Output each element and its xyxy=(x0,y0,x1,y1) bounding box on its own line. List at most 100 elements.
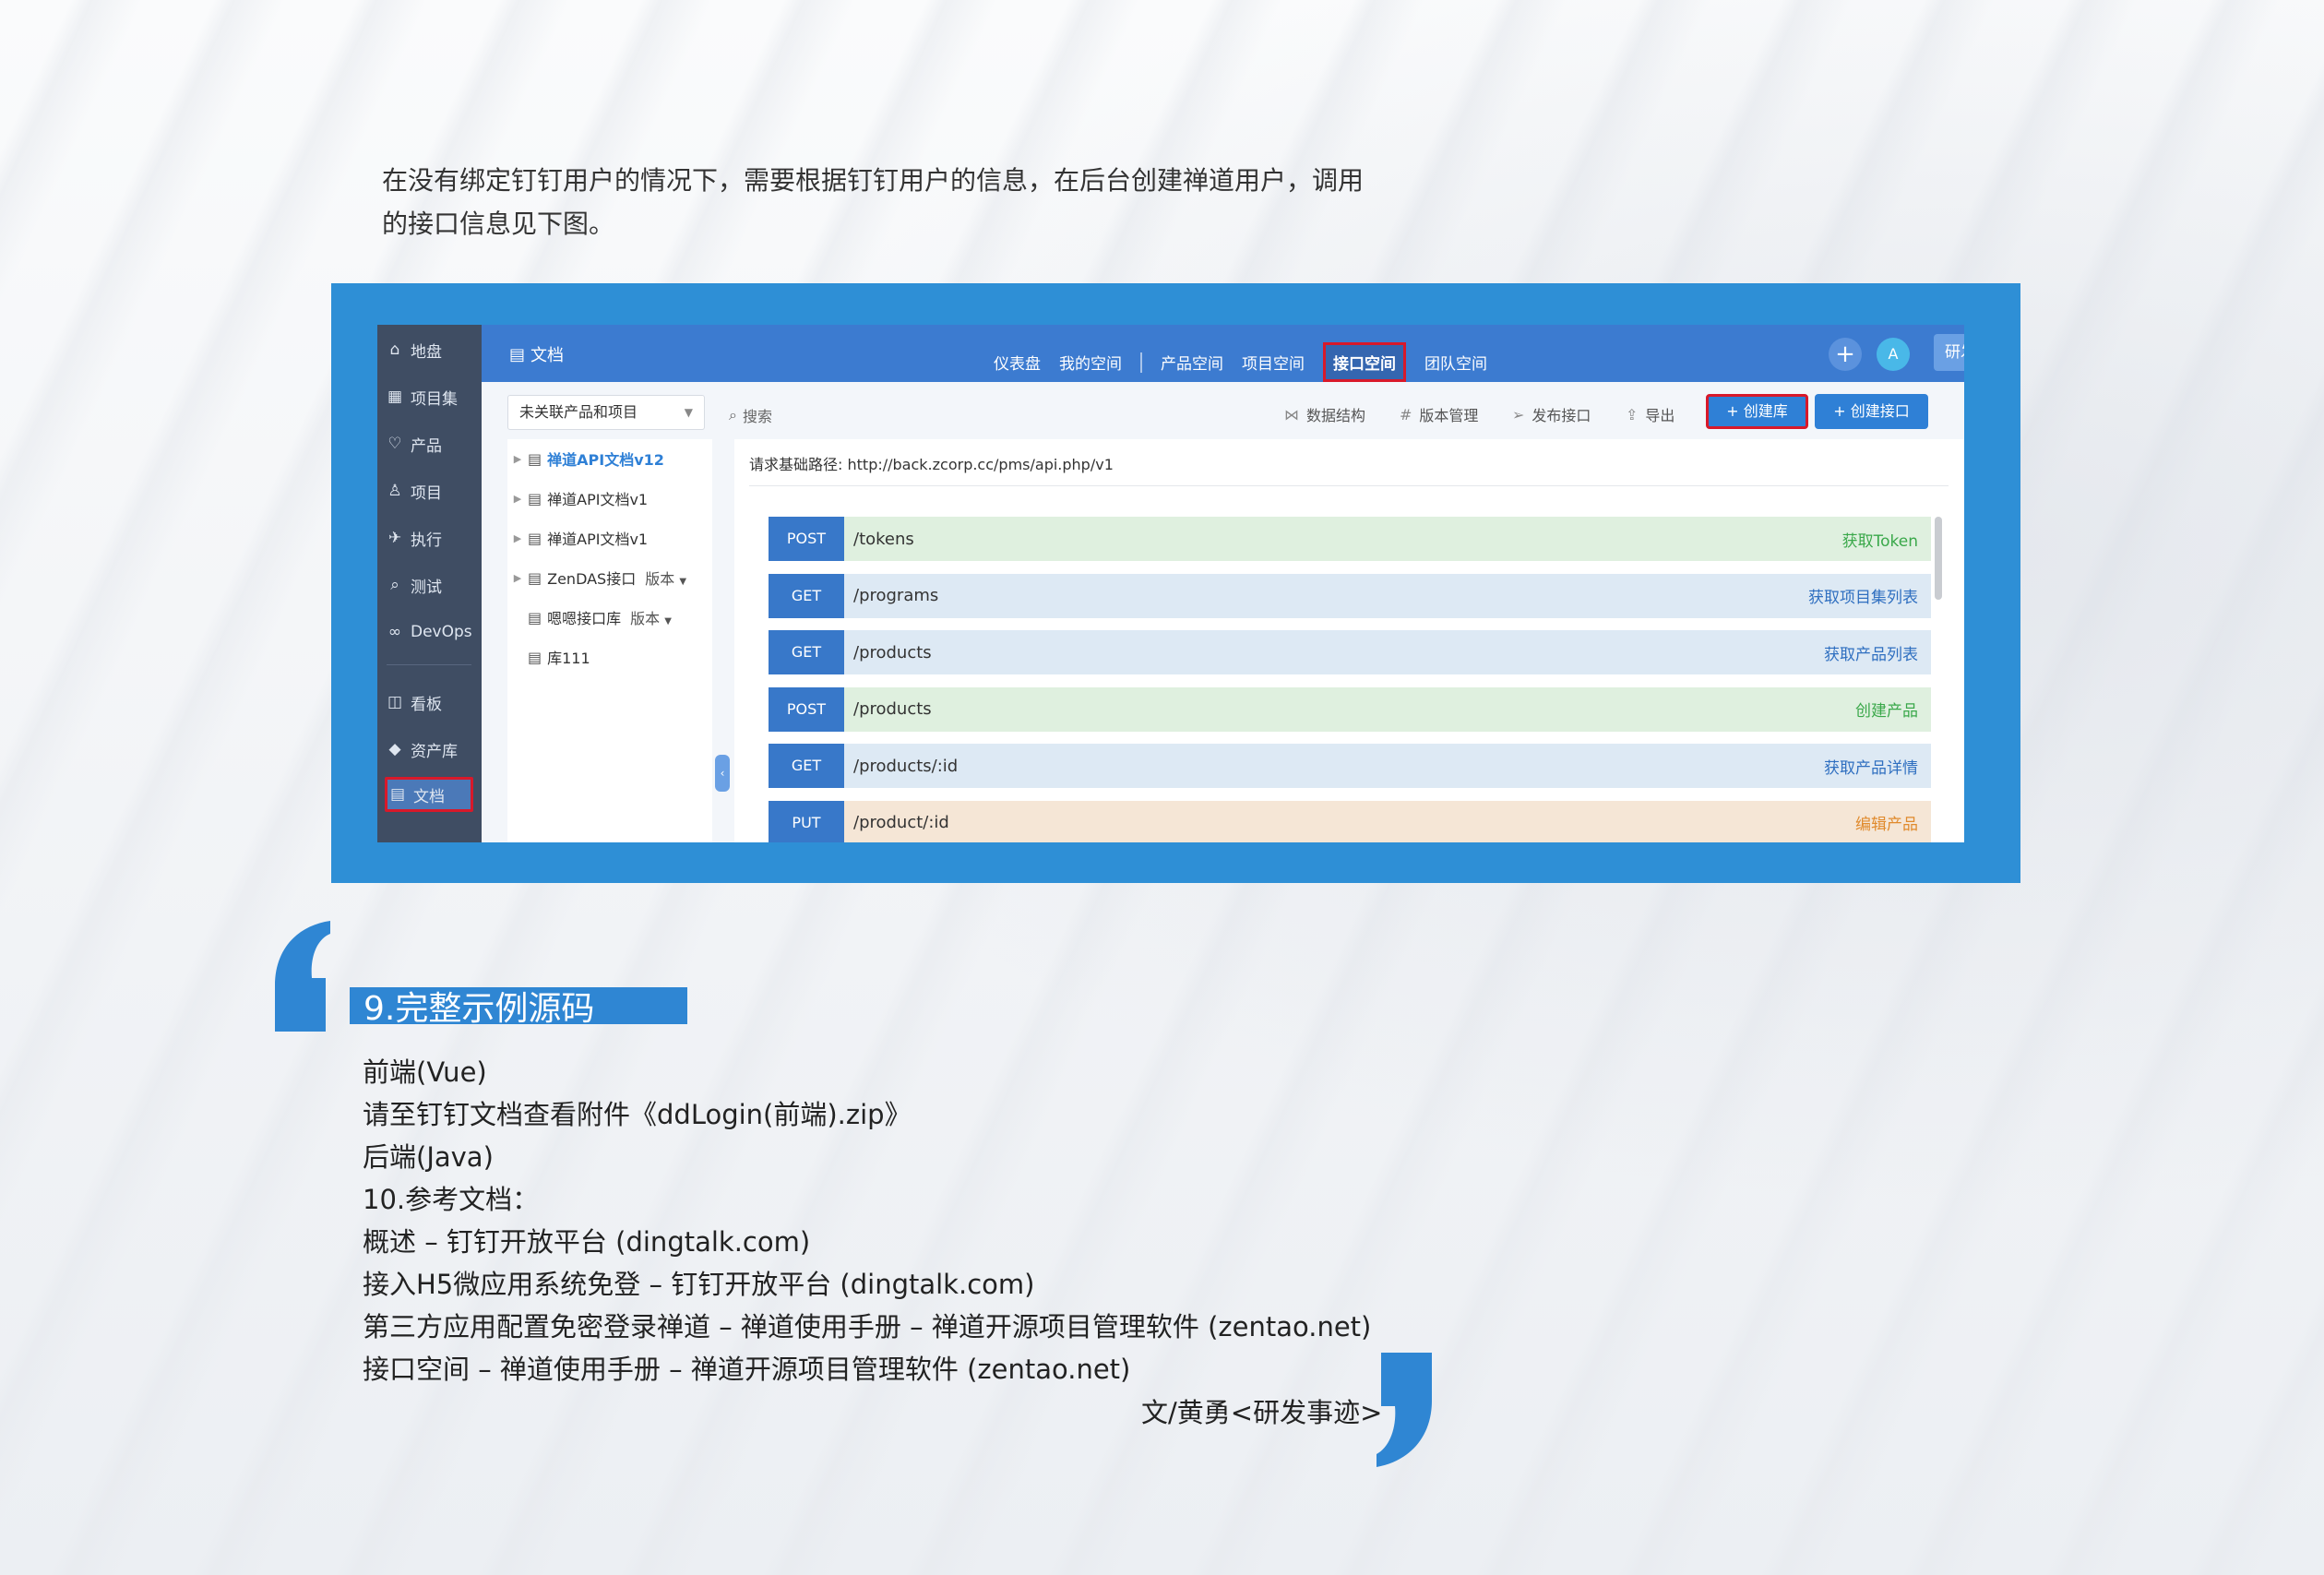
api-description: 获取Token xyxy=(1841,531,1918,551)
body-line: 10.参考文档： xyxy=(363,1184,540,1215)
api-path: /products xyxy=(853,699,932,719)
method-badge: PUT xyxy=(769,800,844,842)
chevron-right-icon: ▶ xyxy=(513,492,522,505)
folder-icon: ▤ xyxy=(528,489,542,507)
sidebar-item-home[interactable]: ⌂ 地盘 xyxy=(385,332,473,367)
run-icon: ✈ xyxy=(387,529,402,547)
create-api-button[interactable]: + 创建接口 xyxy=(1815,394,1928,429)
page-title: ▤ 文档 xyxy=(509,344,565,366)
intro-line-1: 在没有绑定钉钉用户的情况下，需要根据钉钉用户的信息，在后台创建禅道用户，调用 xyxy=(382,165,1365,196)
sidebar-item-assets[interactable]: ◆ 资产库 xyxy=(385,732,473,767)
export-button[interactable]: ⇪ 导出 xyxy=(1626,403,1674,425)
tree-item[interactable]: ▶ ▤ 禅道API文档v1 xyxy=(507,524,648,552)
export-icon: ⇪ xyxy=(1626,405,1639,424)
method-badge: POST xyxy=(769,686,844,732)
version-manage-button[interactable]: # 版本管理 xyxy=(1400,403,1478,425)
nav-project-space[interactable]: 项目空间 xyxy=(1242,351,1305,374)
home-icon: ⌂ xyxy=(389,340,400,359)
data-structure-button[interactable]: ⋈ 数据结构 xyxy=(1284,403,1365,425)
author-credit: 文/黄勇<研发事迹> xyxy=(1141,1397,1383,1428)
api-row[interactable]: POST/tokens 获取Token xyxy=(769,517,1931,561)
sidebar-item-product[interactable]: ♡ 产品 xyxy=(385,426,473,461)
publish-api-button[interactable]: ➢ 发布接口 xyxy=(1512,403,1591,425)
sidebar-item-kanban[interactable]: ◫ 看板 xyxy=(385,685,473,720)
sidebar-item-test[interactable]: ⌕ 测试 xyxy=(385,567,473,603)
nav-product-space[interactable]: 产品空间 xyxy=(1161,351,1223,374)
collapse-sidebar-button[interactable]: ‹ xyxy=(715,755,730,792)
add-icon[interactable]: + xyxy=(1829,338,1862,371)
body-line: 请至钉钉文档查看附件《ddLogin(前端).zip》 xyxy=(363,1099,912,1130)
hash-icon: # xyxy=(1400,405,1412,424)
sidebar-item-project[interactable]: ♙ 项目 xyxy=(385,473,473,508)
tree-item[interactable]: ▶ ▤ 禅道API文档v12 xyxy=(507,445,664,472)
api-description: 编辑产品 xyxy=(1855,816,1918,834)
sidebar-item-devops[interactable]: ∞ DevOps xyxy=(385,614,473,650)
folder-icon: ▤ xyxy=(528,608,542,626)
api-row[interactable]: POST/products 创建产品 xyxy=(769,686,1931,732)
api-row[interactable]: PUT/product/:id 编辑产品 xyxy=(769,800,1931,842)
product-project-select[interactable]: 未关联产品和项目 ▼ xyxy=(507,395,705,430)
doc-icon: ▤ xyxy=(509,344,526,364)
api-path: /tokens xyxy=(853,529,914,549)
body-text: 前端(Vue) 请至钉钉文档查看附件《ddLogin(前端).zip》 后端(J… xyxy=(363,1051,1371,1390)
chevron-right-icon: ▶ xyxy=(513,452,522,465)
nav-team-space[interactable]: 团队空间 xyxy=(1424,351,1487,374)
nav-api-space[interactable]: 接口空间 xyxy=(1323,342,1406,382)
infinity-icon: ∞ xyxy=(387,623,402,641)
workspace-switch-button[interactable]: 研发综合界面 xyxy=(1934,334,1964,371)
method-badge: POST xyxy=(769,517,844,561)
body-line: 后端(Java) xyxy=(363,1141,494,1173)
quote-open-icon xyxy=(275,921,330,1032)
api-description: 获取产品详情 xyxy=(1824,758,1918,778)
board-icon: ◫ xyxy=(387,693,403,711)
folder-icon: ▤ xyxy=(528,568,542,587)
api-path: /product/:id xyxy=(853,813,949,832)
space-nav: 仪表盘 我的空间 产品空间 项目空间 接口空间 团队空间 xyxy=(994,342,1506,382)
body-line: 第三方应用配置免密登录禅道 – 禅道使用手册 – 禅道开源项目管理软件 (zen… xyxy=(363,1311,1372,1342)
folder-icon: ▤ xyxy=(528,529,542,547)
sidebar-item-doc[interactable]: ▤ 文档 xyxy=(385,777,473,812)
tree-item[interactable]: ▶ ▤ 禅道API文档v1 xyxy=(507,484,648,512)
top-navbar: ▤文档 仪表盘 我的空间 产品空间 项目空间 接口空间 团队空间 + A 研发综… xyxy=(482,325,1964,382)
section-title: 9.完整示例源码 xyxy=(363,990,595,1028)
chevron-left-icon: ‹ xyxy=(720,767,725,780)
api-row[interactable]: GET/products 获取产品列表 xyxy=(769,630,1931,674)
api-path: /products/:id xyxy=(853,756,959,776)
bell-icon: ♙ xyxy=(387,482,402,500)
base-url: 请求基础路径: http://back.zcorp.cc/pms/api.php… xyxy=(749,456,1114,473)
body-line: 前端(Vue) xyxy=(363,1056,487,1088)
quote-close-icon xyxy=(1377,1353,1432,1467)
body-line: 接入H5微应用系统免登 – 钉钉开放平台 (dingtalk.com) xyxy=(363,1269,1035,1300)
intro-paragraph: 在没有绑定钉钉用户的情况下，需要根据钉钉用户的信息，在后台创建禅道用户，调用 的… xyxy=(382,159,1424,245)
method-badge: GET xyxy=(769,573,844,618)
sidebar-item-program[interactable]: ▦ 项目集 xyxy=(385,379,473,414)
method-badge: GET xyxy=(769,630,844,674)
nav-my-space[interactable]: 我的空间 xyxy=(1059,351,1122,374)
tree-item[interactable]: ▤ 库111 xyxy=(507,643,590,671)
version-select[interactable]: 版本 ▼ xyxy=(645,567,686,589)
tree-item[interactable]: ▶ ▤ ZenDAS接口 版本 ▼ xyxy=(507,564,686,591)
folder-icon: ▤ xyxy=(528,449,542,468)
nav-dashboard[interactable]: 仪表盘 xyxy=(994,351,1041,374)
api-row[interactable]: GET/programs 获取项目集列表 xyxy=(769,573,1931,618)
chevron-down-icon: ▼ xyxy=(679,577,687,587)
version-select[interactable]: 版本 ▼ xyxy=(630,606,672,628)
scrollbar[interactable] xyxy=(1935,517,1942,600)
share-icon: ⋈ xyxy=(1284,405,1299,424)
sidebar-item-execution[interactable]: ✈ 执行 xyxy=(385,520,473,555)
tree-item[interactable]: ▤ 嗯嗯接口库 版本 ▼ xyxy=(507,603,672,631)
doc-icon: ▤ xyxy=(389,785,406,804)
body-line: 接口空间 – 禅道使用手册 – 禅道开源项目管理软件 (zentao.net) xyxy=(363,1354,1131,1385)
search-icon: ⌕ xyxy=(729,406,737,424)
create-lib-button[interactable]: + 创建库 xyxy=(1706,394,1808,429)
diamond-icon: ◆ xyxy=(388,740,401,758)
api-description: 获取产品列表 xyxy=(1824,645,1918,664)
sidebar: ⌂ 地盘 ▦ 项目集 ♡ 产品 ♙ 项目 ✈ 执行 ⌕ 测试 ∞ DevOps ◫ 看板 ◆ 资产… xyxy=(377,325,482,842)
chevron-down-icon: ▼ xyxy=(684,406,693,419)
toolbar: 未关联产品和项目 ▼ ⌕ 搜索 ⋈ 数据结构 # 版本管理 ➢ 发布接口 ⇪ 导出 + 创建… xyxy=(482,382,1964,439)
search-button[interactable]: ⌕ 搜索 xyxy=(729,404,772,426)
api-row[interactable]: GET/products/:id 获取产品详情 xyxy=(769,744,1931,788)
api-description: 获取项目集列表 xyxy=(1808,589,1918,607)
api-list-panel: 请求基础路径: http://back.zcorp.cc/pms/api.php… xyxy=(734,439,1964,842)
avatar[interactable]: A xyxy=(1877,338,1910,371)
